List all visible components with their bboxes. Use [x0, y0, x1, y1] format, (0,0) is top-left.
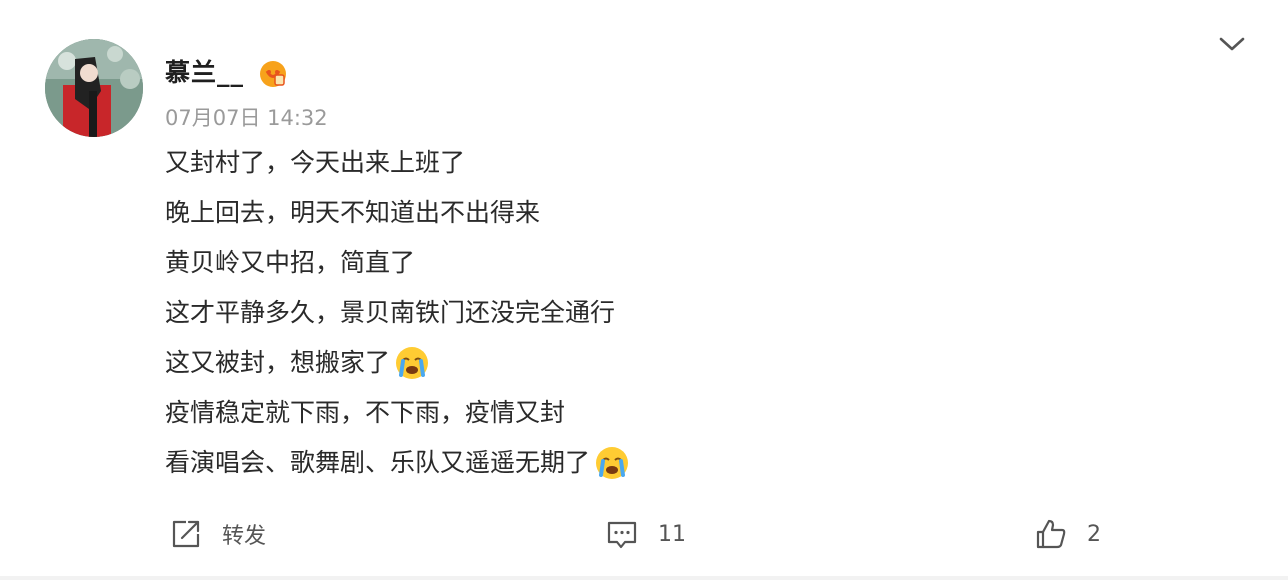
- post-content: 又封村了，今天出来上班了 晚上回去，明天不知道出不出得来 黄贝岭又中招，简直了 …: [165, 138, 1065, 488]
- crying-face-emoji: [394, 345, 430, 381]
- like-button[interactable]: 2: [1033, 512, 1101, 556]
- post-line: 这才平静多久，景贝南铁门还没完全通行: [165, 298, 616, 327]
- post-timestamp: 07月07日 14:32: [165, 106, 328, 130]
- repost-icon: [172, 520, 200, 548]
- membership-crown-icon: [256, 56, 290, 90]
- avatar[interactable]: [45, 39, 143, 137]
- like-count: 2: [1087, 521, 1101, 547]
- weibo-post-card: 慕兰__ 07月07日 14:32 又封村了，今天出来上班了 晚上回去，明天不知…: [0, 0, 1288, 576]
- comment-button[interactable]: 11: [604, 512, 686, 556]
- post-line: 看演唱会、歌舞剧、乐队又遥遥无期了: [165, 438, 1065, 488]
- repost-button[interactable]: 转发: [168, 512, 266, 556]
- comment-icon: [607, 521, 637, 549]
- chevron-down-icon[interactable]: [1212, 28, 1252, 60]
- post-line: 疫情稳定就下雨，不下雨，疫情又封: [165, 398, 566, 427]
- repost-label: 转发: [222, 524, 267, 549]
- post-line: 晚上回去，明天不知道出不出得来: [165, 198, 541, 227]
- username[interactable]: 慕兰__: [165, 56, 244, 90]
- thumbs-up-icon: [1036, 519, 1066, 549]
- post-line: 又封村了，今天出来上班了: [165, 148, 466, 177]
- post-line: 黄贝岭又中招，简直了: [165, 248, 416, 277]
- post-actions: 转发 11 2: [0, 512, 1288, 556]
- comment-count: 11: [658, 521, 686, 547]
- post-line: 这又被封，想搬家了: [165, 338, 1065, 388]
- crying-face-emoji: [594, 445, 630, 481]
